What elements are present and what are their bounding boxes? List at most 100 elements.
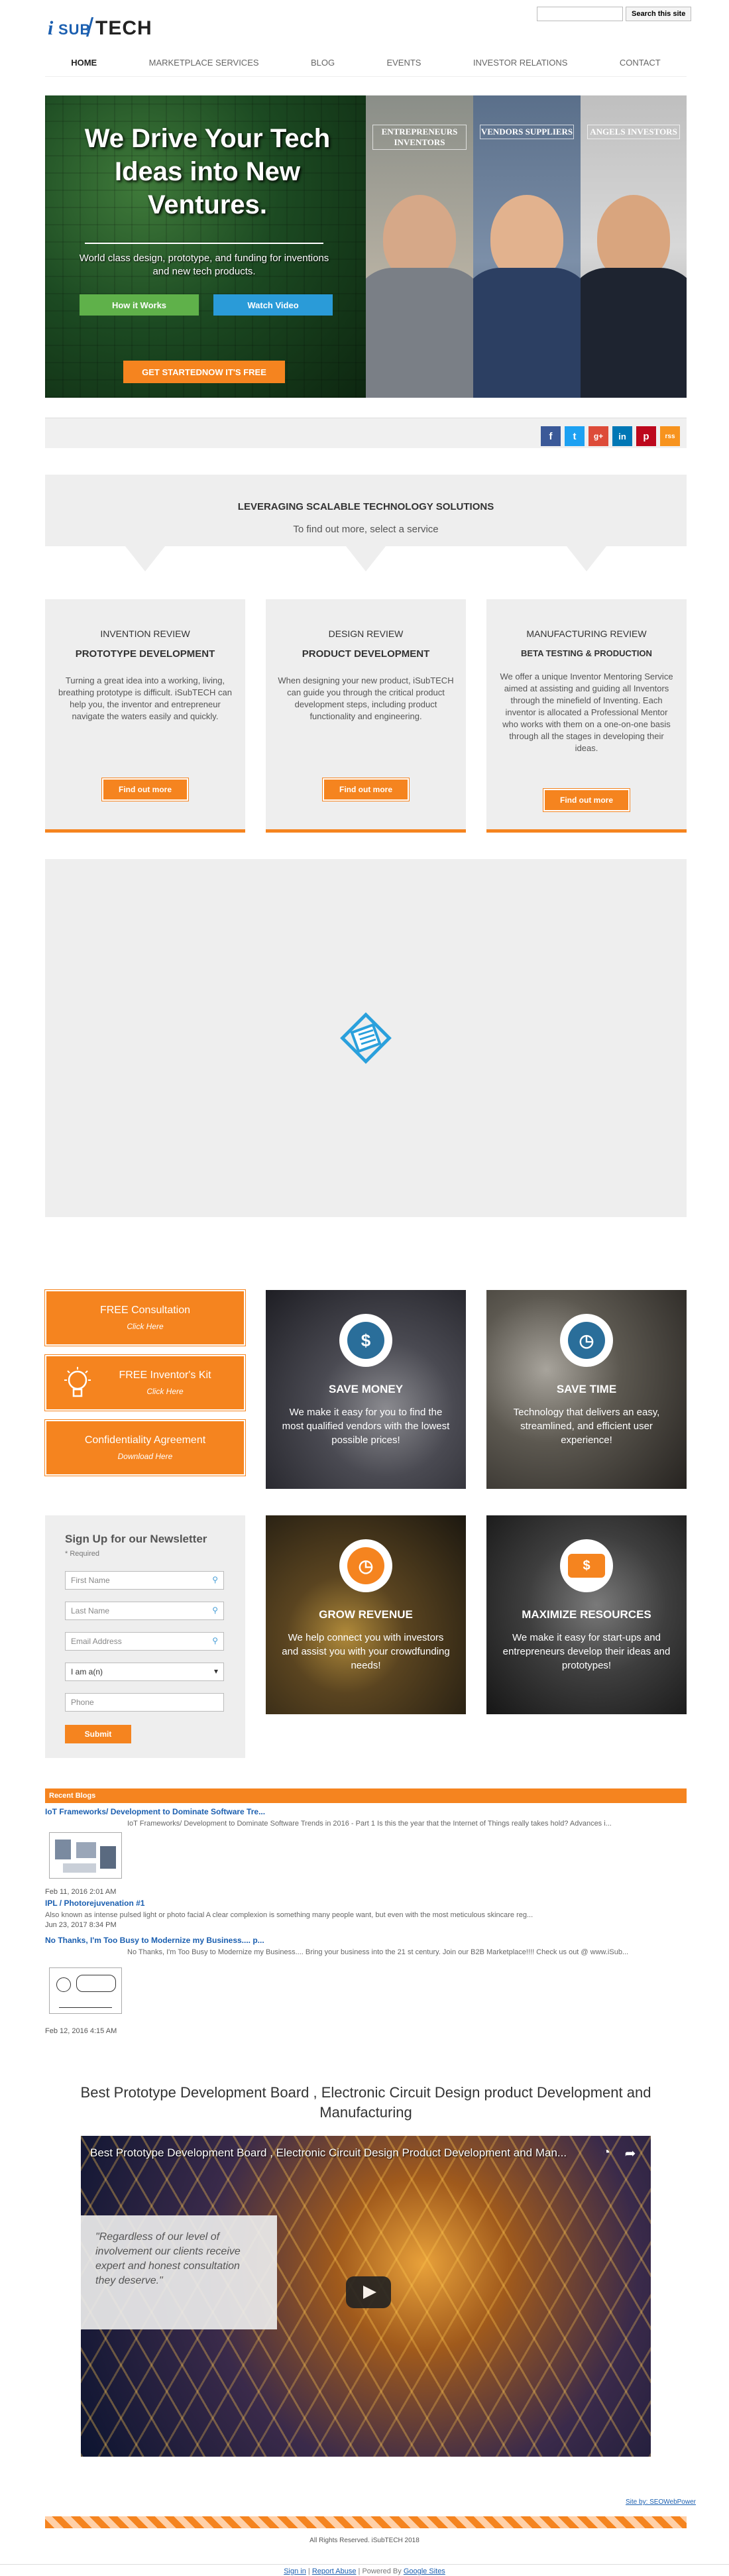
- services-heading: LEVERAGING SCALABLE TECHNOLOGY SOLUTIONS: [237, 501, 494, 512]
- card-subtitle: BETA TESTING & PRODUCTION: [521, 648, 652, 658]
- page: i SUB / TECH Search this site HOME MARKE…: [0, 0, 729, 2576]
- select-value: I am a(n): [71, 1667, 103, 1676]
- panel-label: VENDORS SUPPLIERS: [480, 125, 574, 139]
- blog-thumbnail-image[interactable]: [49, 1832, 122, 1879]
- newsletter-form: Sign Up for our Newsletter * Required Fi…: [45, 1515, 245, 1758]
- panel-vendors[interactable]: VENDORS SUPPLIERS: [473, 95, 581, 398]
- nav-home[interactable]: HOME: [64, 54, 103, 72]
- footer-stripe: [45, 2516, 687, 2528]
- hero-banner: We Drive Your Tech Ideas into New Ventur…: [45, 95, 687, 398]
- confidentiality-agreement-tile[interactable]: Confidentiality Agreement Download Here: [45, 1420, 245, 1476]
- blog-post-excerpt: IoT Frameworks/ Development to Dominate …: [127, 1820, 612, 1828]
- service-arrow: [346, 546, 386, 571]
- find-out-more-button[interactable]: Find out more: [102, 778, 188, 801]
- blog-post-date: Feb 11, 2016 2:01 AM: [45, 1888, 117, 1896]
- services-intro: LEVERAGING SCALABLE TECHNOLOGY SOLUTIONS…: [45, 475, 687, 546]
- search-input[interactable]: [537, 7, 623, 21]
- logo-slash: /: [86, 13, 94, 42]
- sign-in-link[interactable]: Sign in: [284, 2567, 306, 2575]
- free-inventors-kit-tile[interactable]: FREE Inventor's Kit Click Here: [45, 1355, 245, 1411]
- service-card-manufacturing: MANUFACTURING REVIEW BETA TESTING & PROD…: [486, 599, 687, 833]
- site-search: Search this site: [537, 7, 692, 21]
- blog-post-excerpt: Also known as intense pulsed light or ph…: [45, 1911, 533, 1919]
- play-icon[interactable]: [346, 2276, 391, 2308]
- google-plus-icon[interactable]: g+: [589, 426, 608, 446]
- linkedin-icon[interactable]: in: [612, 426, 632, 446]
- first-name-field[interactable]: First Name ⚲: [65, 1571, 224, 1590]
- feature-title: MAXIMIZE RESOURCES: [522, 1608, 651, 1621]
- panel-angels[interactable]: ANGELS INVESTORS: [581, 95, 687, 398]
- watch-later-icon[interactable]: ◔: [596, 2145, 616, 2165]
- video-title[interactable]: Best Prototype Development Board , Elect…: [90, 2146, 585, 2160]
- feature-maximize-resources: $ MAXIMIZE RESOURCES We make it easy for…: [486, 1515, 687, 1714]
- nav-events[interactable]: EVENTS: [380, 54, 427, 72]
- panel-label: ENTREPRENEURS INVENTORS: [372, 125, 467, 150]
- nav-investor-relations[interactable]: INVESTOR RELATIONS: [467, 54, 575, 72]
- tile-link: Download Here: [117, 1452, 173, 1461]
- key-icon: ⚲: [212, 1575, 218, 1584]
- clock-icon: ◷: [347, 1547, 384, 1584]
- blog-post: IPL / Photorejuvenation #1 Also known as…: [45, 1899, 687, 1929]
- blog-post-title[interactable]: IPL / Photorejuvenation #1: [45, 1899, 687, 1908]
- how-it-works-button[interactable]: How it Works: [80, 294, 199, 316]
- nav-marketplace-services[interactable]: MARKETPLACE SERVICES: [142, 54, 266, 72]
- site-logo[interactable]: i SUB / TECH: [48, 8, 152, 42]
- hero-tagline: World class design, prototype, and fundi…: [79, 253, 329, 277]
- service-card-invention: INVENTION REVIEW PROTOTYPE DEVELOPMENT T…: [45, 599, 245, 833]
- role-select[interactable]: I am a(n) ▾: [65, 1663, 224, 1681]
- key-icon: ⚲: [212, 1636, 218, 1645]
- field-placeholder: Last Name: [71, 1606, 110, 1615]
- find-out-more-button[interactable]: Find out more: [323, 778, 409, 801]
- last-name-field[interactable]: Last Name ⚲: [65, 1602, 224, 1620]
- nav-contact[interactable]: CONTACT: [613, 54, 667, 72]
- phone-field[interactable]: Phone: [65, 1693, 224, 1712]
- feature-description: We help connect you with investors and a…: [282, 1632, 450, 1671]
- service-arrow: [567, 546, 606, 571]
- email-field[interactable]: Email Address ⚲: [65, 1632, 224, 1651]
- share-icon[interactable]: ➦: [620, 2145, 640, 2165]
- twitter-icon[interactable]: t: [565, 426, 585, 446]
- newsletter-title: Sign Up for our Newsletter: [65, 1533, 207, 1545]
- hero-divider: [85, 243, 323, 244]
- google-sites-link[interactable]: Google Sites: [404, 2567, 445, 2575]
- key-icon: ⚲: [212, 1606, 218, 1615]
- feature-description: We make it easy for start-ups and entrep…: [502, 1632, 671, 1671]
- feature-description: Technology that delivers an easy, stream…: [513, 1407, 660, 1446]
- card-description: When designing your new product, iSubTEC…: [278, 675, 454, 721]
- blog-post-title[interactable]: No Thanks, I'm Too Busy to Modernize my …: [45, 1936, 687, 1945]
- video-quote: "Regardless of our level of involvement …: [81, 2215, 277, 2329]
- blog-thumbnail-image[interactable]: [49, 1967, 122, 2014]
- blog-post-title[interactable]: IoT Frameworks/ Development to Dominate …: [45, 1807, 687, 1816]
- find-out-more-button[interactable]: Find out more: [543, 789, 630, 811]
- site-by-link[interactable]: Site by: SEOWebPower: [626, 2498, 696, 2506]
- blog-post: No Thanks, I'm Too Busy to Modernize my …: [45, 1936, 687, 2035]
- services-subheading: To find out more, select a service: [293, 524, 439, 535]
- feature-title: SAVE MONEY: [328, 1383, 404, 1395]
- report-abuse-link[interactable]: Report Abuse: [312, 2567, 357, 2575]
- search-button[interactable]: Search this site: [626, 7, 692, 21]
- card-subtitle: PROTOTYPE DEVELOPMENT: [75, 648, 215, 660]
- rss-icon[interactable]: rss: [660, 426, 680, 446]
- nav-blog[interactable]: BLOG: [304, 54, 341, 72]
- required-note: * Required: [65, 1550, 99, 1558]
- blog-post-excerpt: No Thanks, I'm Too Busy to Modernize my …: [127, 1948, 629, 1956]
- pinterest-icon[interactable]: p: [636, 426, 656, 446]
- free-consultation-tile[interactable]: FREE Consultation Click Here: [45, 1290, 245, 1346]
- facebook-icon[interactable]: f: [541, 426, 561, 446]
- feature-save-money: $ SAVE MONEY We make it easy for you to …: [266, 1290, 466, 1489]
- submit-button[interactable]: Submit: [65, 1725, 131, 1743]
- tile-title: Confidentiality Agreement: [84, 1434, 206, 1446]
- logo-i: i: [48, 17, 54, 39]
- get-started-button[interactable]: GET STARTEDNOW IT'S FREE: [123, 361, 285, 383]
- blog-post: IoT Frameworks/ Development to Dominate …: [45, 1807, 687, 1896]
- youtube-video-player[interactable]: Best Prototype Development Board , Elect…: [81, 2136, 651, 2457]
- panel-entrepreneurs[interactable]: ENTREPRENEURS INVENTORS: [366, 95, 473, 398]
- card-description: We offer a unique Inventor Mentoring Ser…: [500, 672, 673, 753]
- money-hand-icon: $: [347, 1322, 384, 1359]
- feature-title: SAVE TIME: [556, 1383, 617, 1395]
- panel-label: ANGELS INVESTORS: [587, 125, 680, 139]
- watch-video-button[interactable]: Watch Video: [213, 294, 333, 316]
- powered-by-label: Powered By: [362, 2567, 402, 2575]
- blog-post-date: Jun 23, 2017 8:34 PM: [45, 1921, 117, 1929]
- copyright: All Rights Reserved. iSubTECH 2018: [309, 2537, 420, 2544]
